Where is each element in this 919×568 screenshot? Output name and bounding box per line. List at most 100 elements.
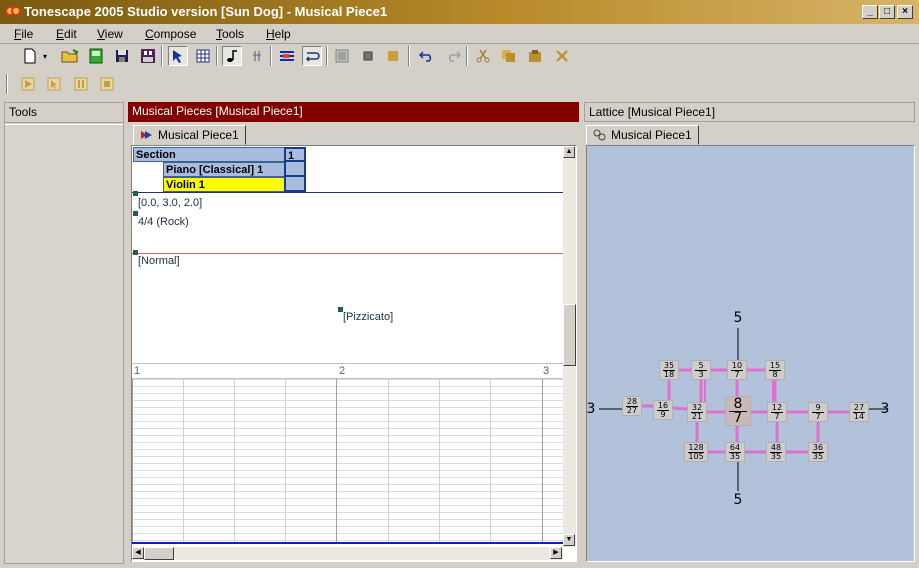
app-icon: [5, 6, 21, 18]
tools-pane-body: [5, 124, 123, 563]
lattice-node[interactable]: 48 35: [766, 442, 786, 462]
paste-icon[interactable]: [525, 46, 545, 66]
new-dropdown-arrow-icon[interactable]: ▾: [40, 46, 50, 66]
measure-ruler: 1 2 3: [132, 363, 563, 379]
close-button[interactable]: ×: [897, 5, 913, 19]
window-title: Tonescape 2005 Studio version [Sun Dog] …: [24, 4, 388, 19]
scroll-left-arrow-icon[interactable]: ◀: [132, 547, 144, 559]
stop-square-icon[interactable]: [383, 46, 403, 66]
display-tool-icon[interactable]: [332, 46, 352, 66]
tools-pane: Tools: [4, 102, 124, 564]
lattice-axis-left-label: 3: [586, 401, 596, 417]
lattice-node[interactable]: 15 8: [765, 360, 785, 380]
rest-tool-icon[interactable]: [247, 46, 267, 66]
lattice-node[interactable]: 12 7: [767, 402, 787, 422]
lattice-axis-bottom-label: 5: [733, 492, 743, 508]
tab-lattice-musical-piece1[interactable]: Musical Piece1: [586, 125, 699, 145]
open-folder-icon[interactable]: [60, 46, 80, 66]
tab-musical-piece1-label: Musical Piece1: [158, 128, 239, 142]
redo-icon[interactable]: [443, 46, 463, 66]
select-tool-icon[interactable]: [168, 46, 188, 66]
piano-section-cell[interactable]: [284, 162, 306, 177]
lattice-axis-top-label: 5: [733, 310, 743, 326]
lattice-node[interactable]: 32 21: [687, 402, 707, 422]
menu-compose[interactable]: Compose: [145, 26, 196, 42]
menu-help[interactable]: Help: [266, 26, 291, 42]
play-selection-icon[interactable]: [44, 74, 64, 94]
section-number-cell[interactable]: 1: [284, 147, 306, 162]
lattice-edges: [599, 328, 887, 491]
pause-icon[interactable]: [71, 74, 91, 94]
instrument-row-piano[interactable]: Piano [Classical] 1: [163, 162, 285, 177]
lattice-node[interactable]: 36 35: [808, 442, 828, 462]
scroll-right-arrow-icon[interactable]: ▶: [550, 547, 562, 559]
lattice-node[interactable]: 35 18: [659, 360, 679, 380]
maximize-button[interactable]: □: [879, 5, 895, 19]
menu-bar: File Edit View Compose Tools Help: [0, 24, 919, 44]
small-square-icon[interactable]: [358, 46, 378, 66]
instrument-row-violin[interactable]: Violin 1: [163, 177, 285, 192]
lattice-node[interactable]: 16 9: [653, 400, 673, 420]
new-file-icon[interactable]: [20, 46, 40, 66]
play-icon[interactable]: [18, 74, 38, 94]
horizontal-scrollbar[interactable]: ◀ ▶: [132, 547, 563, 560]
horizontal-scroll-thumb[interactable]: [144, 547, 174, 560]
note-tool-icon[interactable]: [222, 46, 242, 66]
lattice-node[interactable]: 128 105: [684, 442, 708, 462]
section-header: Section: [133, 147, 285, 162]
tools-pane-header: Tools: [5, 103, 123, 123]
ruler-mark-1: 1: [134, 365, 141, 377]
musical-pieces-pane-header: Musical Pieces [Musical Piece1]: [128, 102, 579, 122]
loop-tool-icon[interactable]: [302, 46, 322, 66]
lattice-axis-right-label: 3: [880, 401, 890, 417]
menu-file[interactable]: File: [14, 26, 33, 42]
musical-piece-tab-icon: [141, 131, 152, 139]
menu-view[interactable]: View: [97, 26, 123, 42]
lattice-node[interactable]: 97: [808, 402, 828, 422]
align-tool-icon[interactable]: [277, 46, 297, 66]
lattice-pane: Lattice [Musical Piece1] Musical Piece1 …: [584, 102, 915, 564]
vertical-scrollbar[interactable]: ▲ ▼: [563, 146, 576, 547]
stop-icon[interactable]: [97, 74, 117, 94]
lattice-node[interactable]: 27 14: [849, 402, 869, 422]
piano-roll-grid[interactable]: [132, 379, 563, 544]
vertical-scroll-thumb[interactable]: [563, 304, 576, 366]
playback-toolbar: [0, 72, 919, 98]
articulation-event[interactable]: [Pizzicato]: [343, 311, 393, 323]
tab-musical-piece1[interactable]: Musical Piece1: [133, 125, 246, 145]
cut-icon[interactable]: [473, 46, 493, 66]
musical-pieces-pane: Musical Pieces [Musical Piece1] Musical …: [128, 102, 579, 564]
ruler-mark-2: 2: [339, 365, 346, 377]
save-all-icon[interactable]: [138, 46, 158, 66]
minimize-button[interactable]: _: [862, 5, 878, 19]
piano-roll-bottom-line: [132, 542, 563, 544]
violin-section-cell[interactable]: [284, 177, 306, 192]
copy-icon[interactable]: [499, 46, 519, 66]
lattice-pane-header: Lattice [Musical Piece1]: [584, 102, 915, 122]
piece-editor: Section 1 Piano [Classical] 1 Violin 1 […: [131, 145, 577, 562]
tuning-event[interactable]: [0.0, 3.0, 2.0]: [138, 197, 202, 209]
lattice-tab-icon: [593, 129, 606, 141]
menu-tools[interactable]: Tools: [216, 26, 244, 42]
lattice-node[interactable]: 64 35: [725, 442, 745, 462]
menu-edit[interactable]: Edit: [56, 26, 77, 42]
title-bar: Tonescape 2005 Studio version [Sun Dog] …: [0, 0, 919, 24]
grid-tool-icon[interactable]: [193, 46, 213, 66]
scroll-up-arrow-icon[interactable]: ▲: [563, 146, 575, 158]
mode-lane-line: [132, 253, 563, 254]
undo-icon[interactable]: [417, 46, 437, 66]
lattice-view[interactable]: 5 5 3 3 8 7 35 18 53 10 7 15 8 28 27 16 9 32 2…: [586, 145, 915, 562]
scroll-down-arrow-icon[interactable]: ▼: [563, 534, 575, 546]
lattice-node[interactable]: 10 7: [727, 360, 747, 380]
lattice-node[interactable]: 28 27: [622, 396, 642, 416]
tuning-event-marker[interactable]: [133, 191, 138, 196]
lane-divider-top: [132, 192, 563, 193]
mode-event[interactable]: [Normal]: [138, 255, 180, 267]
save-icon[interactable]: [112, 46, 132, 66]
lattice-node-center[interactable]: 8 7: [725, 396, 751, 426]
tab-lattice-label: Musical Piece1: [611, 128, 692, 142]
open-piece-icon[interactable]: [86, 46, 106, 66]
delete-icon[interactable]: [552, 46, 572, 66]
meter-event[interactable]: 4/4 (Rock): [138, 216, 189, 228]
lattice-node[interactable]: 53: [691, 360, 711, 380]
